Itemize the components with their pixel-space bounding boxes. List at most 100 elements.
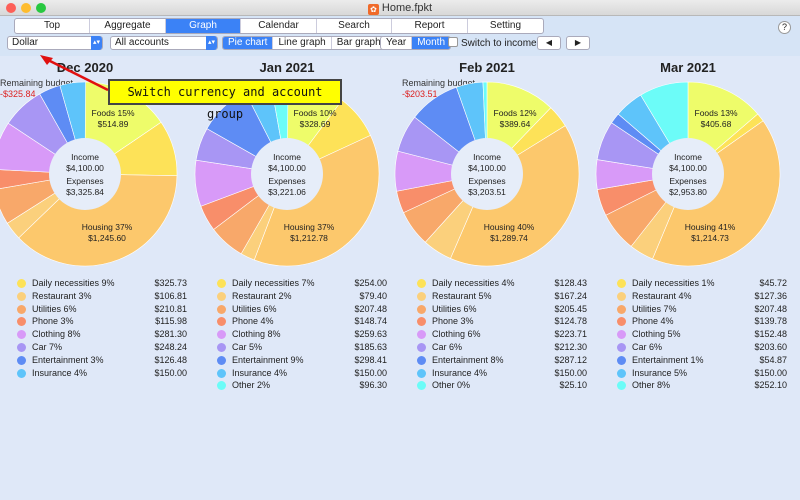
- legend-row[interactable]: Daily necessities 4% $128.43: [417, 277, 587, 290]
- legend-value: $287.12: [554, 354, 587, 365]
- legend-row[interactable]: Restaurant 5% $167.24: [417, 290, 587, 303]
- tab-calendar[interactable]: Calendar: [241, 19, 317, 33]
- legend-row[interactable]: Clothing 6% $223.71: [417, 328, 587, 341]
- legend-row[interactable]: Insurance 4% $150.00: [417, 367, 587, 380]
- window-title: ✿ Home.fpkt: [0, 2, 800, 15]
- legend-swatch: [417, 291, 426, 301]
- legend-row[interactable]: Restaurant 3% $106.81: [17, 290, 187, 303]
- legend-swatch: [217, 342, 226, 352]
- legend-row[interactable]: Other 2% $96.30: [217, 379, 387, 392]
- legend-name: Car 6%: [632, 341, 663, 352]
- legend-row[interactable]: Restaurant 4% $127.36: [617, 290, 787, 303]
- legend-row[interactable]: Daily necessities 1% $45.72: [617, 277, 787, 290]
- slice-label-foods: Foods 13%: [695, 108, 738, 118]
- expenses-label: Expenses: [268, 176, 305, 186]
- legend-name: Entertainment 9%: [232, 354, 304, 365]
- legend-name: Restaurant 4%: [632, 290, 692, 301]
- legend-swatch: [217, 317, 226, 327]
- legend-value: $298.41: [354, 354, 387, 365]
- legend-swatch: [417, 342, 426, 352]
- legend-row[interactable]: Insurance 5% $150.00: [617, 367, 787, 380]
- previous-period-button[interactable]: ◀: [537, 36, 561, 50]
- legend-row[interactable]: Utilities 7% $207.48: [617, 303, 787, 316]
- legend-name: Insurance 4%: [32, 367, 88, 378]
- legend-value: $167.24: [554, 290, 587, 301]
- legend-swatch: [617, 304, 626, 314]
- switch-to-income-toggle[interactable]: Switch to income: [448, 37, 537, 50]
- slice-value-foods: $405.68: [701, 119, 732, 129]
- legend-value: $127.36: [754, 290, 787, 301]
- legend-row[interactable]: Utilities 6% $210.81: [17, 303, 187, 316]
- legend-row[interactable]: Clothing 8% $259.63: [217, 328, 387, 341]
- slice-label-foods: Foods 10%: [294, 108, 337, 118]
- legend-row[interactable]: Utilities 6% $207.48: [217, 303, 387, 316]
- legend-row[interactable]: Car 6% $203.60: [617, 341, 787, 354]
- legend-row[interactable]: Phone 3% $124.78: [417, 315, 587, 328]
- slice-value-foods: $389.64: [500, 119, 531, 129]
- legend-row[interactable]: Entertainment 3% $126.48: [17, 354, 187, 367]
- legend-row[interactable]: Phone 4% $148.74: [217, 315, 387, 328]
- month-button[interactable]: Month: [412, 37, 451, 49]
- legend-row[interactable]: Restaurant 2% $79.40: [217, 290, 387, 303]
- legend-swatch: [417, 330, 426, 340]
- legend-name: Phone 3%: [32, 316, 74, 327]
- legend-value: $248.24: [154, 341, 187, 352]
- year-button[interactable]: Year: [381, 37, 413, 49]
- legend-row[interactable]: Phone 4% $139.78: [617, 315, 787, 328]
- legend-swatch: [217, 304, 226, 314]
- next-period-button[interactable]: ▶: [566, 36, 590, 50]
- legend-name: Entertainment 8%: [432, 354, 504, 365]
- legend-row[interactable]: Insurance 4% $150.00: [17, 367, 187, 380]
- bar-graph-button[interactable]: Bar graph: [332, 37, 386, 49]
- legend-value: $106.81: [154, 290, 187, 301]
- legend-value: $128.43: [554, 278, 587, 288]
- legend-row[interactable]: Car 5% $185.63: [217, 341, 387, 354]
- legend-row[interactable]: Car 7% $248.24: [17, 341, 187, 354]
- chart-title: Jan 2021: [259, 60, 315, 75]
- slice-value-foods: $514.89: [98, 119, 129, 129]
- legend-swatch: [417, 368, 426, 378]
- legend-name: Clothing 8%: [232, 329, 281, 340]
- legend-value: $210.81: [154, 303, 187, 314]
- legend-row[interactable]: Entertainment 8% $287.12: [417, 354, 587, 367]
- legend-row[interactable]: Car 6% $212.30: [417, 341, 587, 354]
- tab-aggregate[interactable]: Aggregate: [90, 19, 166, 33]
- legend-value: $203.60: [754, 341, 787, 352]
- legend-row[interactable]: Entertainment 1% $54.87: [617, 354, 787, 367]
- legend-name: Utilities 6%: [32, 303, 77, 314]
- currency-select[interactable]: Dollar ▴▾: [7, 36, 103, 50]
- pie-chart-button[interactable]: Pie chart: [223, 37, 274, 49]
- legend-row[interactable]: Phone 3% $115.98: [17, 315, 187, 328]
- legend-row[interactable]: Insurance 4% $150.00: [217, 367, 387, 380]
- income-value: $4,100.00: [669, 163, 707, 173]
- tab-search[interactable]: Search: [317, 19, 392, 33]
- income-label: Income: [674, 152, 702, 162]
- legend-value: $207.48: [354, 303, 387, 314]
- legend-name: Entertainment 1%: [632, 354, 704, 365]
- legend-row[interactable]: Other 8% $252.10: [617, 379, 787, 392]
- legend-row[interactable]: Utilities 6% $205.45: [417, 303, 587, 316]
- chart-title: Mar 2021: [660, 60, 716, 75]
- legend-row[interactable]: Clothing 8% $281.30: [17, 328, 187, 341]
- legend-row[interactable]: Entertainment 9% $298.41: [217, 354, 387, 367]
- help-button[interactable]: ?: [778, 21, 791, 34]
- tab-top[interactable]: Top: [15, 19, 90, 33]
- chart-legend: Daily necessities 9% $325.73 Restaurant 3%…: [17, 277, 187, 379]
- tab-graph[interactable]: Graph: [166, 19, 241, 33]
- legend-swatch: [217, 381, 226, 391]
- switch-to-income-checkbox[interactable]: [448, 37, 458, 47]
- legend-swatch: [217, 291, 226, 301]
- legend-row[interactable]: Daily necessities 7% $254.00: [217, 277, 387, 290]
- legend-row[interactable]: Other 0% $25.10: [417, 379, 587, 392]
- legend-row[interactable]: Clothing 5% $152.48: [617, 328, 787, 341]
- legend-name: Daily necessities 1%: [632, 278, 715, 288]
- legend-row[interactable]: Daily necessities 9% $325.73: [17, 277, 187, 290]
- app-window: ✿ Home.fpkt Top Aggregate Graph Calendar …: [0, 0, 800, 500]
- account-group-select[interactable]: All accounts ▴▾: [110, 36, 218, 50]
- line-graph-button[interactable]: Line graph: [273, 37, 332, 49]
- tab-report[interactable]: Report: [392, 19, 468, 33]
- legend-value: $96.30: [359, 380, 387, 391]
- graph-area: Dec 2020 Remaining budget -$325.84 Income $4…: [0, 56, 800, 500]
- pie-center-hole: [451, 138, 523, 210]
- tab-setting[interactable]: Setting: [468, 19, 543, 33]
